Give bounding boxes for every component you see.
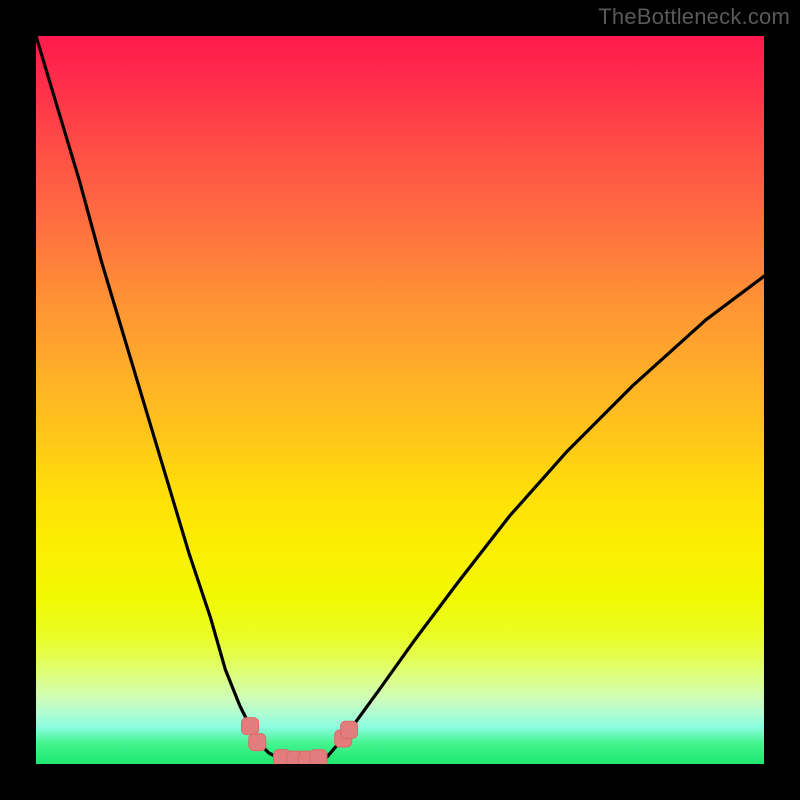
- bottleneck-marker: [242, 718, 259, 735]
- watermark-text: TheBottleneck.com: [598, 4, 790, 30]
- bottleneck-marker: [341, 721, 358, 738]
- curve-layer: [36, 36, 764, 764]
- bottleneck-marker: [249, 734, 266, 751]
- bottleneck-marker: [310, 750, 327, 764]
- outer-frame: TheBottleneck.com: [0, 0, 800, 800]
- plot-area: [36, 36, 764, 764]
- curve-group: [36, 36, 764, 760]
- marker-group: [242, 718, 358, 764]
- curve-left-curve: [36, 36, 276, 757]
- curve-right-curve: [327, 276, 764, 756]
